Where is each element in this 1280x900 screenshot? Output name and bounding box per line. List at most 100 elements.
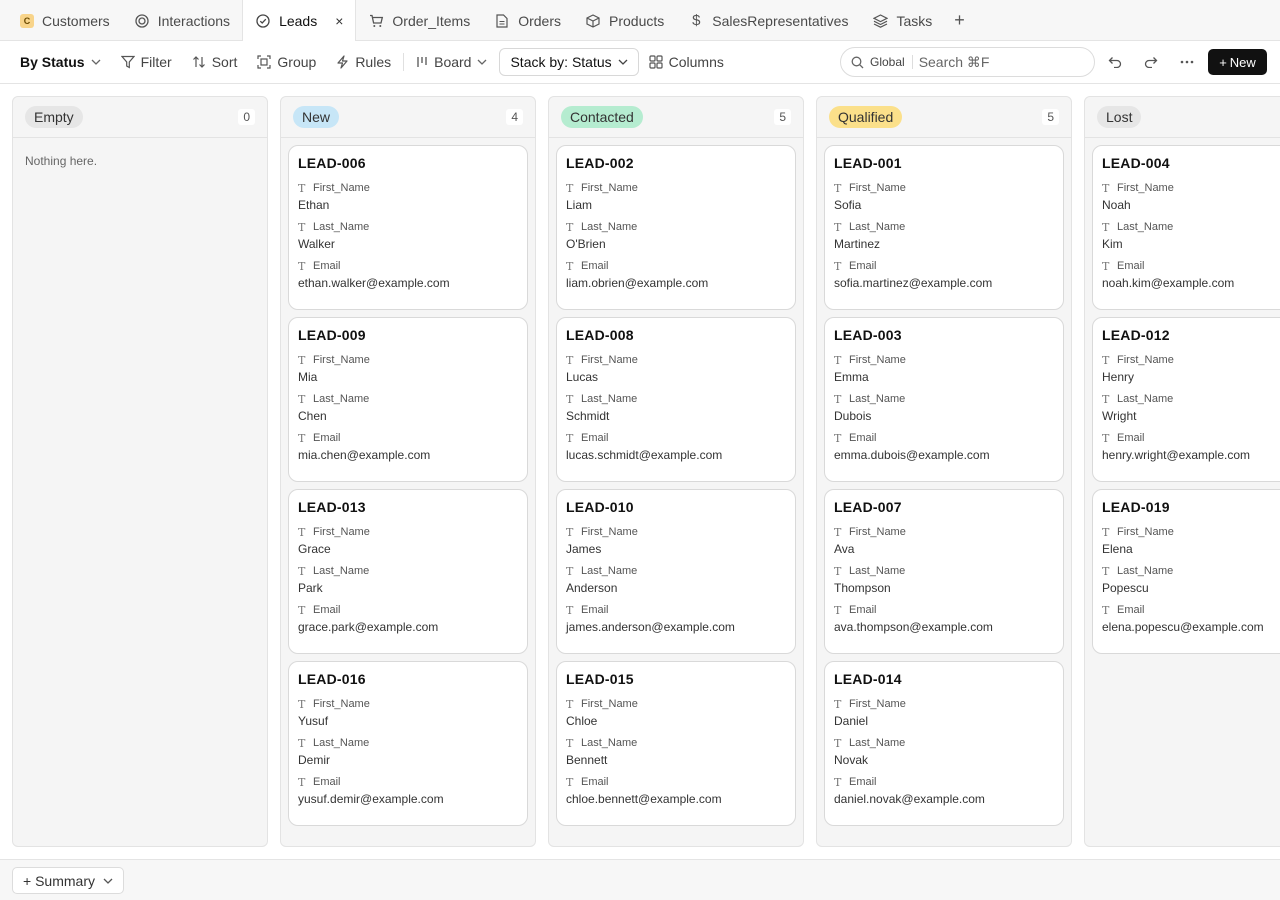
card-list: LEAD-006 T First_Name Ethan T Last_Name Walker… <box>281 138 535 826</box>
field-email: T Email grace.park@example.com <box>298 603 518 636</box>
field-label: T Last_Name <box>834 392 1054 406</box>
rules-button[interactable]: Rules <box>326 47 401 77</box>
sort-label: Sort <box>211 54 238 70</box>
tab-products[interactable]: Products <box>573 0 676 41</box>
field-email: T Email yusuf.demir@example.com <box>298 775 518 808</box>
field-label-text: Last_Name <box>313 737 370 749</box>
field-label-text: First_Name <box>1117 526 1174 538</box>
field-label-text: First_Name <box>849 354 906 366</box>
group-button[interactable]: Group <box>247 47 326 77</box>
field-first-name: T First_Name Yusuf <box>298 697 518 730</box>
lead-card[interactable]: LEAD-013 T First_Name Grace T Last_Name Park T E… <box>288 489 528 654</box>
field-value: Lucas <box>566 370 599 384</box>
board-layout-button[interactable]: Board <box>406 47 497 77</box>
status-pill: Contacted <box>561 106 643 128</box>
tab-interactions[interactable]: Interactions <box>122 0 242 41</box>
lead-card[interactable]: LEAD-001 T First_Name Sofia T Last_Name Martin… <box>824 145 1064 310</box>
chevron-down-icon <box>618 59 628 65</box>
field-label-text: Email <box>1117 260 1145 272</box>
text-type-icon: T <box>1102 392 1110 406</box>
tab-leads[interactable]: Leads × <box>242 0 357 42</box>
lead-card[interactable]: LEAD-016 T First_Name Yusuf T Last_Name Demir T… <box>288 661 528 826</box>
lead-card[interactable]: LEAD-012 T First_Name Henry T Last_Name Wright… <box>1092 317 1280 482</box>
text-type-icon: T <box>1102 431 1110 445</box>
field-value: lucas.schmidt@example.com <box>566 448 723 462</box>
field-email: T Email ava.thompson@example.com <box>834 603 1054 636</box>
field-label-text: First_Name <box>581 698 638 710</box>
stack-by-selector[interactable]: Stack by: Status <box>499 48 639 76</box>
field-label: T First_Name <box>298 353 518 367</box>
view-selector[interactable]: By Status <box>10 47 111 77</box>
summary-button[interactable]: + Summary <box>12 867 124 894</box>
column-empty: Empty 0 Nothing here. <box>12 96 268 847</box>
lead-card[interactable]: LEAD-007 T First_Name Ava T Last_Name Thompson… <box>824 489 1064 654</box>
lead-card[interactable]: LEAD-010 T First_Name James T Last_Name Anders… <box>556 489 796 654</box>
field-label: T First_Name <box>298 697 518 711</box>
layers-icon <box>872 13 888 29</box>
field-value: sofia.martinez@example.com <box>834 276 993 290</box>
plus-icon: + <box>1219 54 1227 70</box>
sort-icon <box>192 55 206 69</box>
field-label-text: First_Name <box>313 182 370 194</box>
text-type-icon: T <box>298 353 306 367</box>
new-record-button[interactable]: + New <box>1208 49 1267 75</box>
sort-button[interactable]: Sort <box>182 47 248 77</box>
lead-card[interactable]: LEAD-004 T First_Name Noah T Last_Name Kim T Ema… <box>1092 145 1280 310</box>
field-first-name: T First_Name Grace <box>298 525 518 558</box>
field-value: Mia <box>298 370 318 384</box>
columns-button[interactable]: Columns <box>639 47 734 77</box>
filter-label: Filter <box>140 54 172 70</box>
field-first-name: T First_Name Sofia <box>834 181 1054 214</box>
text-type-icon: T <box>1102 525 1110 539</box>
text-type-icon: T <box>298 259 306 273</box>
field-label-text: First_Name <box>849 698 906 710</box>
lead-card[interactable]: LEAD-003 T First_Name Emma T Last_Name Dubois T… <box>824 317 1064 482</box>
field-last-name: T Last_Name Anderson <box>566 564 786 597</box>
field-first-name: T First_Name Elena <box>1102 525 1280 558</box>
lead-card[interactable]: LEAD-014 T First_Name Daniel T Last_Name Novak… <box>824 661 1064 826</box>
toolbar: By Status Filter Sort Group Rules Board … <box>0 41 1280 84</box>
field-value: emma.dubois@example.com <box>834 448 990 462</box>
tab-tasks[interactable]: Tasks <box>860 0 944 41</box>
text-type-icon: T <box>298 220 306 234</box>
field-last-name: T Last_Name Chen <box>298 392 518 425</box>
filter-button[interactable]: Filter <box>111 47 182 77</box>
more-options-icon[interactable] <box>1177 52 1197 72</box>
tab-salesrepresentatives[interactable]: $ SalesRepresentatives <box>676 0 860 41</box>
tab-order-items[interactable]: Order_Items <box>356 0 482 41</box>
tab-customers[interactable]: C Customers <box>8 0 122 41</box>
tab-orders[interactable]: Orders <box>482 0 573 41</box>
card-title: LEAD-014 <box>834 671 902 687</box>
lead-card[interactable]: LEAD-002 T First_Name Liam T Last_Name O'Brien… <box>556 145 796 310</box>
text-type-icon: T <box>834 181 842 195</box>
add-tab-button[interactable]: + <box>944 0 975 41</box>
field-first-name: T First_Name Emma <box>834 353 1054 386</box>
status-pill: Lost <box>1097 106 1142 128</box>
field-label: T First_Name <box>834 181 1054 195</box>
text-type-icon: T <box>1102 220 1110 234</box>
text-type-icon: T <box>566 181 574 195</box>
field-label: T Last_Name <box>566 736 786 750</box>
lead-card[interactable]: LEAD-008 T First_Name Lucas T Last_Name Schmid… <box>556 317 796 482</box>
grid-icon <box>649 55 663 69</box>
field-label-text: Last_Name <box>1117 393 1174 405</box>
group-label: Group <box>277 54 317 70</box>
search-input[interactable]: Global Search ⌘F <box>840 47 1095 77</box>
undo-icon[interactable] <box>1105 52 1125 72</box>
lead-card[interactable]: LEAD-019 T First_Name Elena T Last_Name Popesc… <box>1092 489 1280 654</box>
lead-card[interactable]: LEAD-006 T First_Name Ethan T Last_Name Walker… <box>288 145 528 310</box>
search-scope[interactable]: Global <box>870 55 913 69</box>
field-email: T Email liam.obrien@example.com <box>566 259 786 292</box>
redo-icon[interactable] <box>1141 52 1161 72</box>
text-type-icon: T <box>566 392 574 406</box>
rules-label: Rules <box>355 54 392 70</box>
lead-card[interactable]: LEAD-015 T First_Name Chloe T Last_Name Bennet… <box>556 661 796 826</box>
board-icon <box>416 55 428 69</box>
filter-icon <box>120 55 135 69</box>
status-pill: Qualified <box>829 106 903 128</box>
column-count: 5 <box>774 109 791 125</box>
text-type-icon: T <box>834 697 842 711</box>
field-value: Yusuf <box>298 714 329 728</box>
lead-card[interactable]: LEAD-009 T First_Name Mia T Last_Name Chen T Ema… <box>288 317 528 482</box>
close-tab-icon[interactable]: × <box>335 13 343 29</box>
